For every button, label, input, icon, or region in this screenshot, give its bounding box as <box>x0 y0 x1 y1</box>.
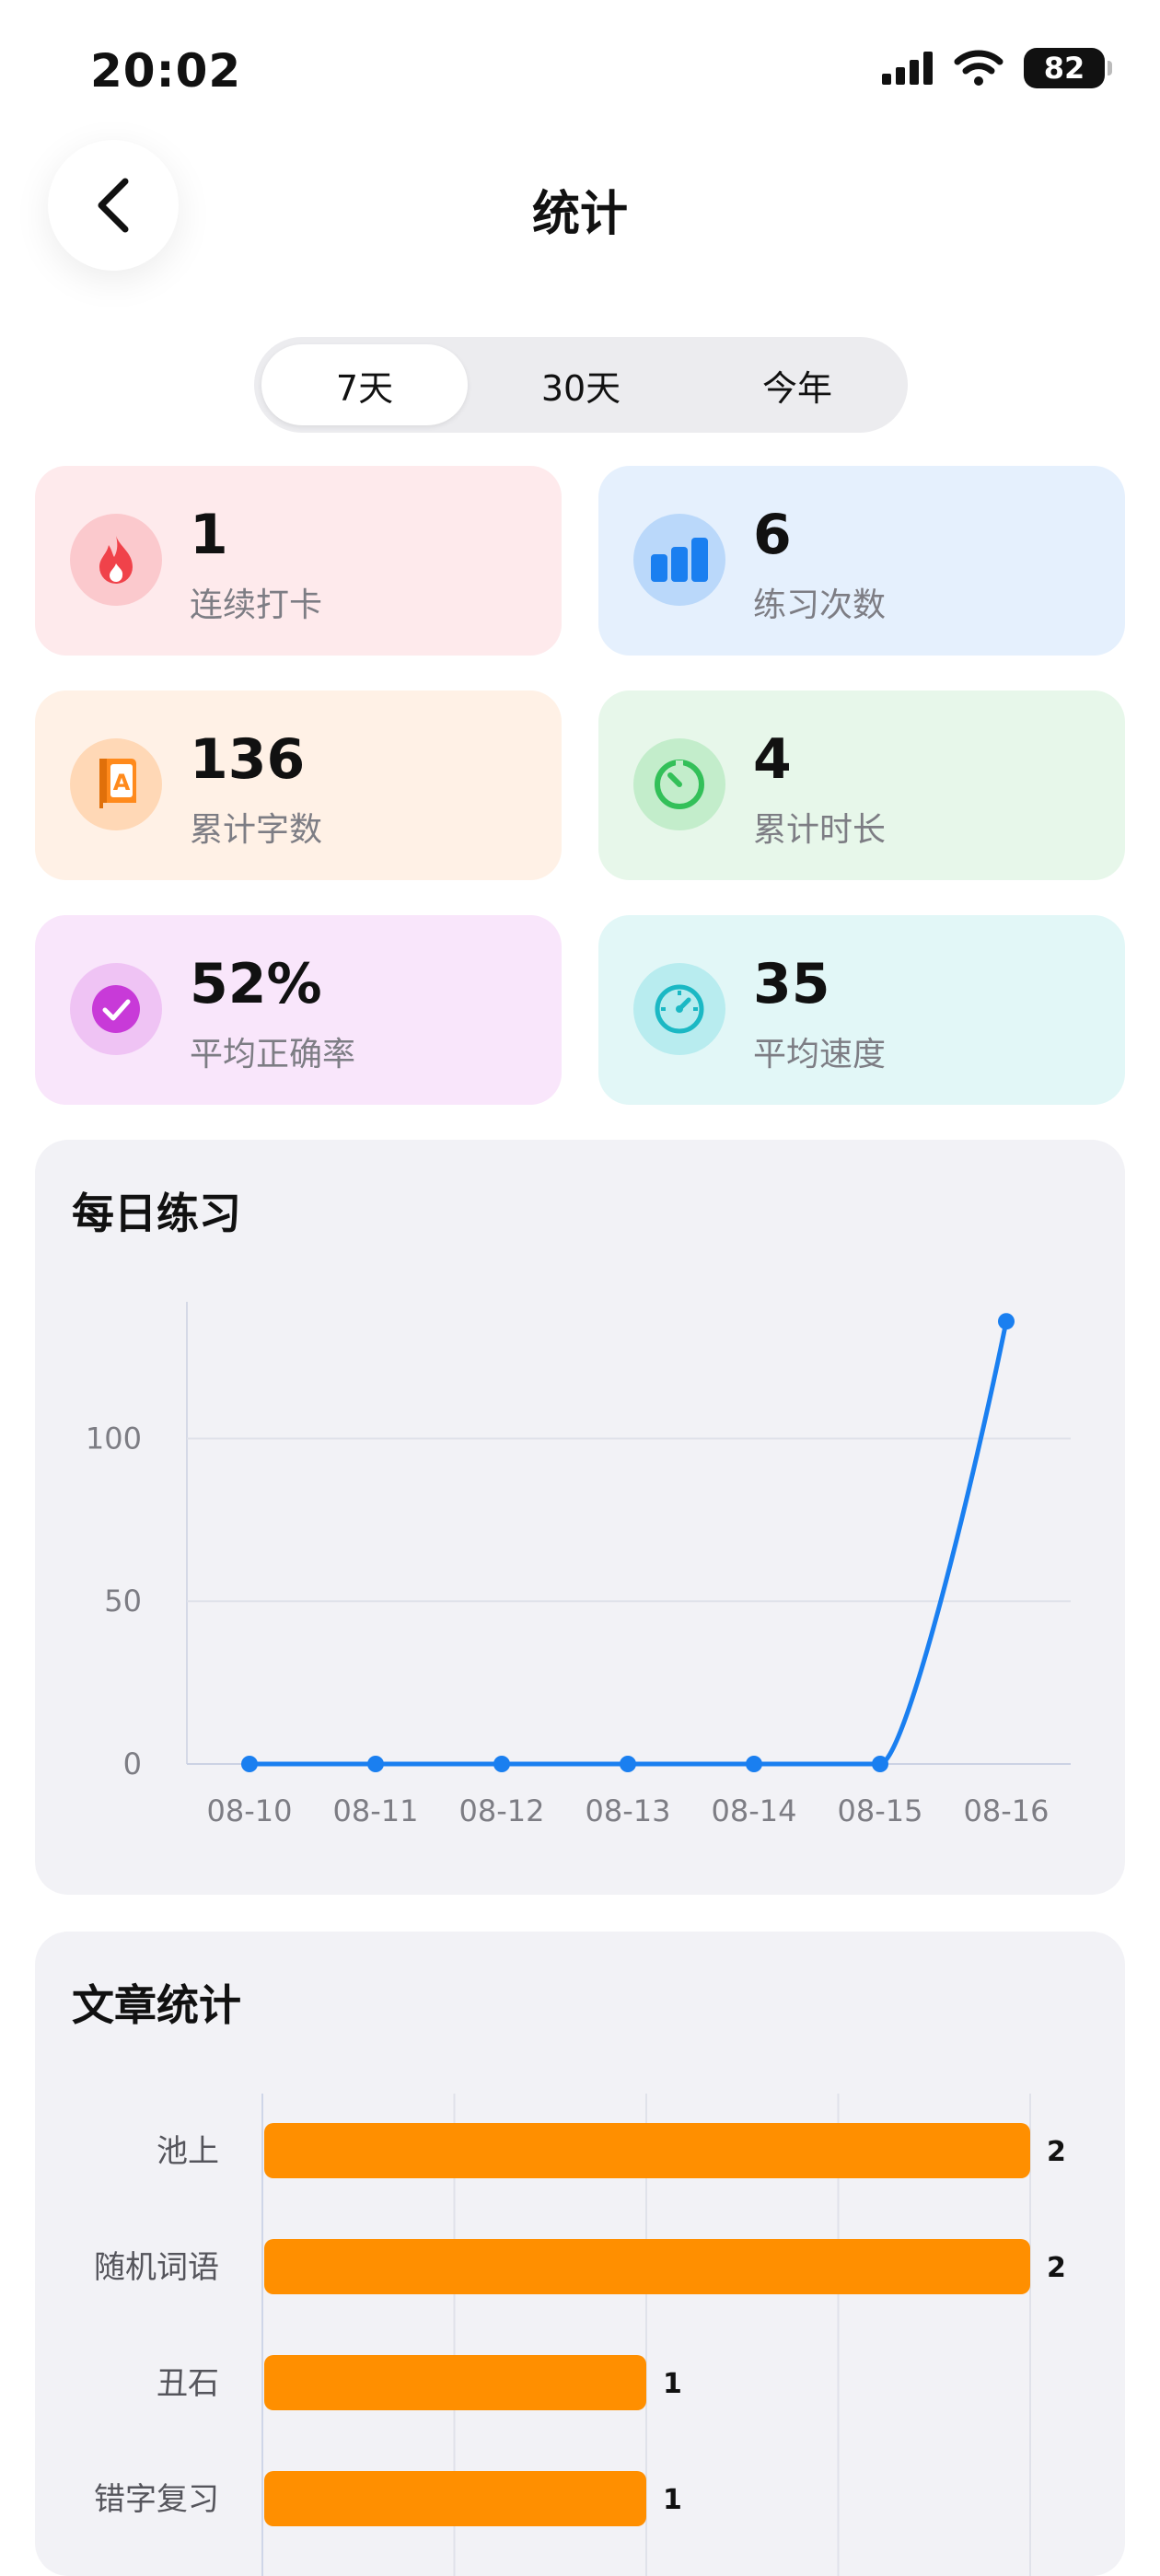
data-point <box>998 1313 1015 1330</box>
x-tick-label: 08-11 <box>333 1793 419 1828</box>
bar-value-label: 2 <box>1047 2252 1066 2284</box>
stat-value: 6 <box>753 503 792 567</box>
stat-card-speed: 35 平均速度 <box>598 915 1125 1105</box>
x-tick-label: 08-14 <box>712 1793 797 1828</box>
bar-value-label: 1 <box>663 2368 682 2400</box>
stat-label: 连续打卡 <box>190 586 323 624</box>
y-tick-label: 100 <box>86 1421 142 1456</box>
range-segmented-control: 7天 30天 今年 <box>254 337 908 433</box>
y-tick-label: 50 <box>104 1584 142 1619</box>
stat-card-total-time: 4 累计时长 <box>598 690 1125 880</box>
tab-30-days[interactable]: 30天 <box>478 344 684 425</box>
svg-text:A: A <box>113 770 131 795</box>
stat-card-accuracy: 52% 平均正确率 <box>35 915 562 1105</box>
bar-category-label: 丑石 <box>157 2365 219 2402</box>
stat-card-total-chars: A 136 累计字数 <box>35 690 562 880</box>
x-tick-label: 08-15 <box>838 1793 923 1828</box>
x-tick-label: 08-13 <box>586 1793 671 1828</box>
stat-label: 平均正确率 <box>190 1036 356 1073</box>
x-tick-label: 08-16 <box>964 1793 1050 1828</box>
bar-value-label: 2 <box>1047 2136 1066 2168</box>
stat-value: 4 <box>753 727 792 792</box>
tab-7-days[interactable]: 7天 <box>261 344 468 425</box>
series-line <box>247 1318 1009 1767</box>
stat-value: 52% <box>190 952 322 1016</box>
status-bar: 20:02 82 <box>0 0 1160 138</box>
x-tick-label: 08-12 <box>459 1793 545 1828</box>
stat-card-sessions: 6 练习次数 <box>598 466 1125 656</box>
data-point <box>746 1756 762 1772</box>
stat-label: 累计时长 <box>753 811 887 849</box>
signal-icon <box>882 52 933 85</box>
y-tick-label: 0 <box>123 1746 142 1781</box>
page-title: 统计 <box>531 187 628 242</box>
bar-category-label: 错字复习 <box>94 2481 219 2518</box>
daily-practice-card: 每日练习 0 50 100 08-10 08-11 08-12 08-13 08-14 08-1… <box>35 1140 1125 1895</box>
battery-icon: 82 <box>1024 48 1112 88</box>
wifi-icon <box>954 50 1003 86</box>
check-icon <box>70 963 162 1055</box>
bar <box>264 2239 1030 2294</box>
stat-label: 平均速度 <box>753 1036 887 1073</box>
timer-icon <box>633 738 725 830</box>
data-point <box>367 1756 384 1772</box>
stat-value: 1 <box>190 503 228 567</box>
bar <box>264 2471 646 2526</box>
tab-this-year[interactable]: 今年 <box>694 344 900 425</box>
bar-value-label: 1 <box>663 2484 682 2516</box>
bar <box>264 2123 1030 2178</box>
battery-level: 82 <box>1043 51 1085 86</box>
daily-practice-chart: 0 50 100 08-10 08-11 08-12 08-13 08-14 08-15 08-1… <box>86 1302 1071 1828</box>
x-tick-label: 08-10 <box>207 1793 293 1828</box>
data-point <box>493 1756 510 1772</box>
bar-category-label: 随机词语 <box>94 2249 219 2286</box>
stat-card-streak: 1 连续打卡 <box>35 466 562 656</box>
status-time: 20:02 <box>90 44 242 98</box>
data-point <box>872 1756 888 1772</box>
flame-icon <box>70 514 162 606</box>
bar-category-label: 池上 <box>157 2133 219 2170</box>
data-point <box>620 1756 636 1772</box>
stat-value: 136 <box>190 727 306 792</box>
speedometer-icon <box>633 963 725 1055</box>
bar-chart-icon <box>633 514 725 606</box>
stat-label: 练习次数 <box>753 586 887 624</box>
data-point <box>241 1756 258 1772</box>
bar <box>264 2355 646 2410</box>
stat-label: 累计字数 <box>190 811 323 849</box>
book-icon: A <box>70 738 162 830</box>
article-stats-chart: 池上 2 随机词语 2 丑石 1 错字复习 1 <box>94 2094 1066 2576</box>
stat-value: 35 <box>753 952 830 1016</box>
article-stats-card: 文章统计 池上 2 随机词语 2 丑石 1 错字复习 1 <box>35 1932 1125 2576</box>
